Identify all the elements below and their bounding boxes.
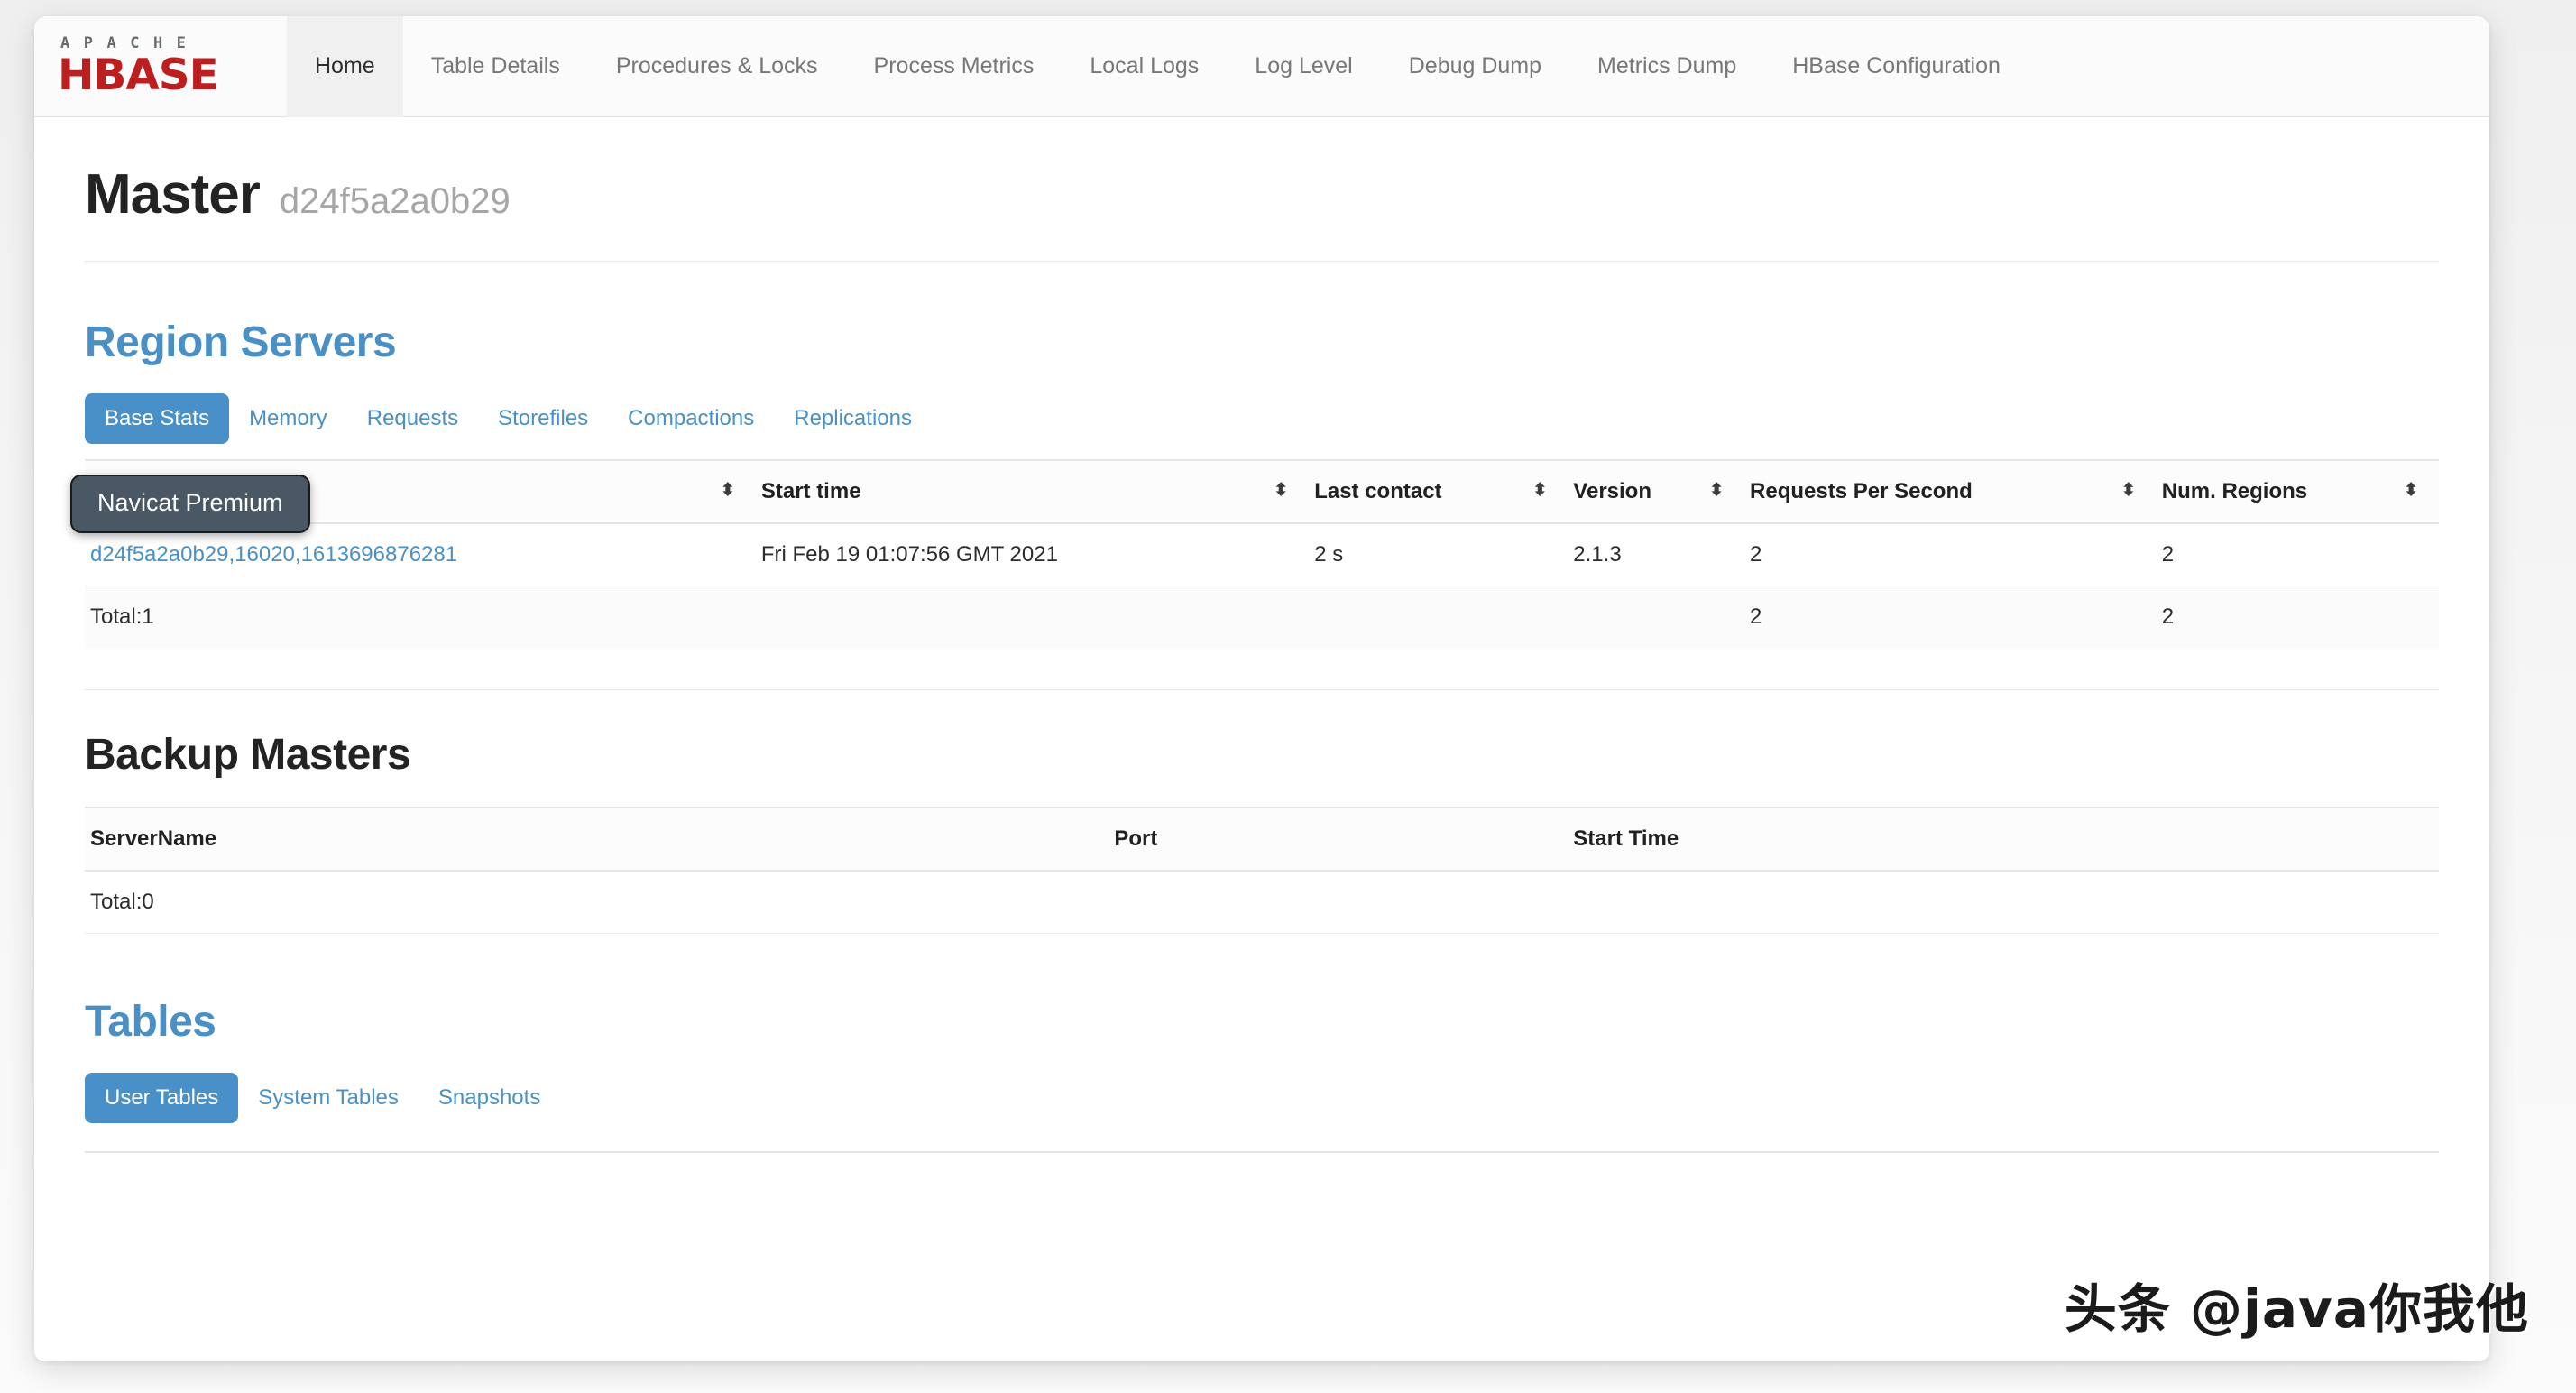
col-last-contact-label: Last contact	[1314, 479, 1442, 503]
region-servers-heading: Region Servers	[85, 318, 397, 366]
nav-item-process-metrics[interactable]: Process Metrics	[846, 16, 1063, 117]
col-start-time-label: Start time	[760, 479, 861, 503]
tab-compactions[interactable]: Compactions	[608, 393, 774, 444]
tab-user-tables[interactable]: User Tables	[85, 1073, 239, 1123]
page-content: Master d24f5a2a0b29 Region Servers Base …	[34, 117, 2489, 1153]
cell-start-time: Fri Feb 19 01:07:56 GMT 2021	[755, 523, 1310, 586]
sort-updown-icon[interactable]: ⬍	[1709, 482, 1724, 499]
cell-total-label: Total:1	[85, 586, 756, 648]
cell-total-last-contact	[1309, 586, 1569, 648]
tables-tabs: User Tables System Tables Snapshots	[85, 1070, 2439, 1126]
sort-updown-icon[interactable]: ⬍	[721, 482, 735, 499]
col-version-label: Version	[1573, 479, 1651, 503]
navicat-premium-tooltip: Navicat Premium	[70, 475, 310, 533]
col-bm-port: Port	[1109, 807, 1569, 872]
navbar: APACHE HBASE Home Table Details Procedur…	[34, 16, 2489, 117]
tables-heading: Tables	[85, 998, 216, 1046]
table-total-row: Total:1 2 2	[85, 586, 2439, 648]
sort-updown-icon[interactable]: ⬍	[1532, 482, 1547, 499]
region-server-link[interactable]: d24f5a2a0b29,16020,1613696876281	[90, 542, 457, 567]
table-header-row: ServerName ⬍ Start time ⬍ Last contact ⬍	[85, 459, 2439, 524]
col-num-regions[interactable]: Num. Regions ⬍	[2156, 459, 2439, 524]
cell-total-start-time	[755, 586, 1310, 648]
section-divider	[85, 689, 2439, 690]
tab-storefiles[interactable]: Storefiles	[478, 393, 608, 444]
nav-item-metrics-dump[interactable]: Metrics Dump	[1569, 16, 1764, 117]
cell-version: 2.1.3	[1568, 523, 1745, 586]
cell-total-version	[1568, 586, 1745, 648]
backup-masters-table: ServerName Port Start Time Total:0	[85, 807, 2439, 934]
sort-updown-icon[interactable]: ⬍	[1274, 482, 1288, 499]
nav-item-local-logs[interactable]: Local Logs	[1062, 16, 1227, 117]
watermark-text: 头条 @java你我他	[2064, 1278, 2529, 1340]
col-start-time[interactable]: Start time ⬍	[755, 459, 1310, 524]
nav-items: Home Table Details Procedures & Locks Pr…	[287, 16, 2029, 117]
tab-requests[interactable]: Requests	[347, 393, 478, 444]
nav-item-log-level[interactable]: Log Level	[1227, 16, 1380, 117]
master-hostname: d24f5a2a0b29	[279, 181, 511, 221]
nav-item-home[interactable]: Home	[287, 16, 403, 117]
tab-snapshots[interactable]: Snapshots	[419, 1073, 560, 1123]
cell-num-regions: 2	[2156, 523, 2439, 586]
cell-bm-total-port	[1109, 871, 1569, 934]
region-servers-tabs: Base Stats Memory Requests Storefiles Co…	[85, 391, 2439, 447]
table-header-row: ServerName Port Start Time	[85, 807, 2439, 872]
col-num-regions-label: Num. Regions	[2161, 479, 2308, 503]
region-servers-table-wrap: ServerName ⬍ Start time ⬍ Last contact ⬍	[85, 459, 2439, 648]
cell-bm-total-start-time	[1568, 871, 2439, 934]
cell-bm-total-label: Total:0	[85, 871, 1109, 934]
col-version[interactable]: Version ⬍	[1568, 459, 1745, 524]
sort-updown-icon[interactable]: ⬍	[2404, 482, 2418, 499]
tab-system-tables[interactable]: System Tables	[238, 1073, 419, 1123]
nav-item-hbase-configuration[interactable]: HBase Configuration	[1764, 16, 2029, 117]
col-bm-start-time: Start Time	[1568, 807, 2439, 872]
tab-memory[interactable]: Memory	[229, 393, 347, 444]
browser-window: APACHE HBASE Home Table Details Procedur…	[34, 16, 2489, 1361]
col-requests-per-second[interactable]: Requests Per Second ⬍	[1744, 459, 2157, 524]
tab-replications[interactable]: Replications	[774, 393, 932, 444]
cell-last-contact: 2 s	[1309, 523, 1569, 586]
tab-base-stats[interactable]: Base Stats	[85, 393, 230, 444]
cell-requests-per-second: 2	[1744, 523, 2157, 586]
master-header: Master d24f5a2a0b29	[85, 117, 2439, 262]
brand-hbase-text: HBASE	[58, 51, 219, 100]
backup-masters-heading: Backup Masters	[85, 731, 411, 779]
brand-apache-text: APACHE	[60, 34, 200, 52]
table-total-row: Total:0	[85, 871, 2439, 934]
screenshot-root: APACHE HBASE Home Table Details Procedur…	[0, 0, 2576, 1393]
region-servers-table: ServerName ⬍ Start time ⬍ Last contact ⬍	[85, 459, 2439, 648]
col-requests-per-second-label: Requests Per Second	[1750, 479, 1973, 503]
page-title: Master	[85, 163, 261, 226]
col-last-contact[interactable]: Last contact ⬍	[1309, 459, 1569, 524]
nav-item-debug-dump[interactable]: Debug Dump	[1381, 16, 1569, 117]
col-bm-servername: ServerName	[85, 807, 1109, 872]
sort-updown-icon[interactable]: ⬍	[2121, 482, 2136, 499]
nav-item-procedures-locks[interactable]: Procedures & Locks	[588, 16, 846, 117]
cell-total-requests-per-second: 2	[1744, 586, 2157, 648]
table-row: d24f5a2a0b29,16020,1613696876281 Fri Feb…	[85, 523, 2439, 586]
cell-total-num-regions: 2	[2156, 586, 2439, 648]
tables-divider	[85, 1151, 2439, 1153]
nav-item-table-details[interactable]: Table Details	[403, 16, 588, 117]
hbase-logo[interactable]: APACHE HBASE	[58, 36, 247, 97]
